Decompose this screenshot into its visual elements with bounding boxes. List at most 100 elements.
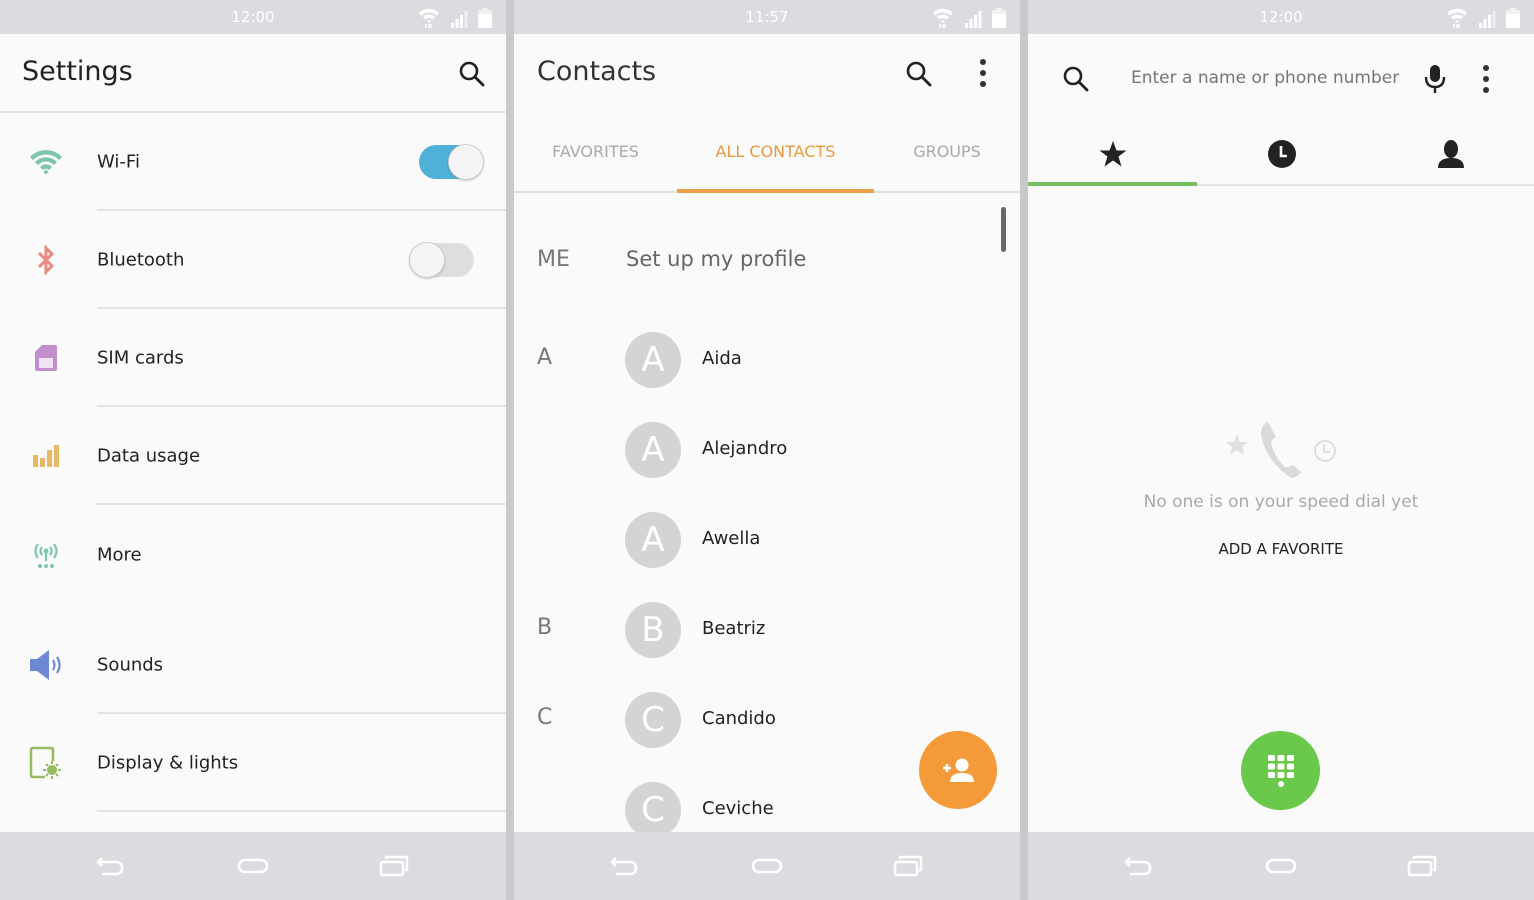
contact-name: Awella <box>702 528 761 549</box>
avatar: A <box>625 332 681 388</box>
dialpad-icon <box>1267 754 1294 787</box>
navigation-bar <box>514 832 1020 900</box>
recent-apps-button[interactable] <box>892 854 924 878</box>
wifi-status-icon <box>1447 8 1467 28</box>
settings-item-label: Display & lights <box>97 752 239 774</box>
contact-name: Alejandro <box>702 438 788 459</box>
page-title: Settings <box>22 56 133 87</box>
my-profile-row[interactable]: ME Set up my profile <box>514 225 1020 295</box>
bluetooth-icon <box>28 242 64 278</box>
phone-screen: 12:00 Enter a name or phone number No on… <box>1028 0 1534 900</box>
contact-name: Candido <box>702 708 776 729</box>
bluetooth-toggle[interactable] <box>409 242 474 278</box>
wifi-toggle[interactable] <box>419 144 484 180</box>
active-tab-indicator <box>1028 182 1197 186</box>
dialer-tabs <box>1028 124 1534 186</box>
signal-icon <box>965 11 982 28</box>
tab-all-contacts[interactable]: ALL CONTACTS <box>677 113 874 193</box>
home-button[interactable] <box>237 854 269 878</box>
wifi-status-icon <box>933 8 953 28</box>
add-favorite-button[interactable]: ADD A FAVORITE <box>1028 540 1534 558</box>
active-tab-indicator <box>677 189 874 193</box>
settings-item-label: SIM cards <box>97 347 184 369</box>
contact-name: Aida <box>702 348 742 369</box>
contact-row[interactable]: A Alejandro <box>514 405 1020 495</box>
search-icon[interactable] <box>905 60 933 92</box>
tab-favorites[interactable]: FAVORITES <box>514 113 677 191</box>
status-bar: 12:00 <box>1028 0 1534 34</box>
data-usage-icon <box>28 438 64 474</box>
settings-item-wifi[interactable]: Wi-Fi <box>0 113 506 211</box>
search-input[interactable] <box>1131 68 1411 88</box>
empty-speed-dial-illustration <box>1223 420 1341 482</box>
settings-item-sim-cards[interactable]: SIM cards <box>0 309 506 407</box>
home-button[interactable] <box>1265 854 1297 878</box>
divider <box>97 503 506 505</box>
phone-handset-icon <box>1261 422 1301 478</box>
contact-name: Beatriz <box>702 618 766 639</box>
navigation-bar <box>0 832 506 900</box>
settings-item-sounds[interactable]: Sounds <box>0 616 506 714</box>
me-label: ME <box>537 247 570 272</box>
avatar: A <box>625 422 681 478</box>
tab-recents[interactable] <box>1197 124 1366 184</box>
recent-apps-button[interactable] <box>1406 854 1438 878</box>
contact-name: Ceviche <box>702 798 774 819</box>
index-letter: C <box>537 705 553 730</box>
more-options-icon[interactable] <box>1479 64 1493 100</box>
tab-label: GROUPS <box>913 142 981 161</box>
settings-item-display-lights[interactable]: Display & lights <box>0 714 506 812</box>
back-button[interactable] <box>610 854 642 878</box>
contact-row[interactable]: A A Aida <box>514 315 1020 405</box>
contacts-header: Contacts <box>514 34 1020 113</box>
avatar: B <box>625 602 681 658</box>
contacts-screen: 11:57 Contacts FAVORITES ALL CONTACTS GR… <box>514 0 1020 900</box>
tab-label: ALL CONTACTS <box>715 142 836 161</box>
back-button[interactable] <box>96 854 128 878</box>
setup-profile-text: Set up my profile <box>626 247 807 271</box>
status-bar: 11:57 <box>514 0 1020 34</box>
index-letter: A <box>537 345 553 370</box>
battery-icon <box>1506 8 1520 28</box>
recents-clock-icon <box>1267 140 1296 168</box>
home-button[interactable] <box>751 854 783 878</box>
tab-contacts[interactable] <box>1366 124 1534 184</box>
avatar: A <box>625 512 681 568</box>
more-options-icon[interactable] <box>976 58 990 94</box>
settings-item-more[interactable]: More <box>0 506 506 604</box>
settings-item-label: More <box>97 544 142 566</box>
contact-row[interactable]: A Awella <box>514 495 1020 585</box>
search-icon[interactable] <box>1062 65 1090 97</box>
wifi-icon <box>28 144 64 180</box>
back-button[interactable] <box>1124 854 1156 878</box>
add-contact-icon <box>943 758 974 782</box>
settings-item-data-usage[interactable]: Data usage <box>0 407 506 505</box>
divider <box>97 810 506 812</box>
recent-apps-button[interactable] <box>378 854 410 878</box>
antenna-icon <box>28 537 64 573</box>
tab-groups[interactable]: GROUPS <box>874 113 1020 191</box>
add-contact-button[interactable] <box>919 731 997 809</box>
wifi-status-icon <box>419 8 439 28</box>
settings-item-label: Bluetooth <box>97 249 185 271</box>
settings-item-label: Data usage <box>97 445 201 467</box>
settings-item-bluetooth[interactable]: Bluetooth <box>0 211 506 309</box>
dialpad-button[interactable] <box>1241 731 1320 810</box>
contact-row[interactable]: B B Beatriz <box>514 585 1020 675</box>
settings-item-label: Wi-Fi <box>97 151 140 173</box>
index-letter: B <box>537 615 553 640</box>
star-icon <box>1226 434 1248 455</box>
microphone-icon[interactable] <box>1424 64 1446 98</box>
search-icon[interactable] <box>458 60 486 92</box>
speaker-icon <box>28 647 64 683</box>
status-bar: 12:00 <box>0 0 506 34</box>
settings-screen: 12:00 Settings Wi-Fi Bluetooth SIM cards… <box>0 0 506 900</box>
contacts-person-icon <box>1437 140 1464 168</box>
tab-speed-dial[interactable] <box>1028 124 1197 186</box>
signal-icon <box>1479 11 1496 28</box>
settings-header: Settings <box>0 34 506 113</box>
sim-card-icon <box>28 340 64 376</box>
battery-icon <box>992 8 1006 28</box>
star-icon <box>1099 141 1126 167</box>
page-title: Contacts <box>537 56 657 87</box>
